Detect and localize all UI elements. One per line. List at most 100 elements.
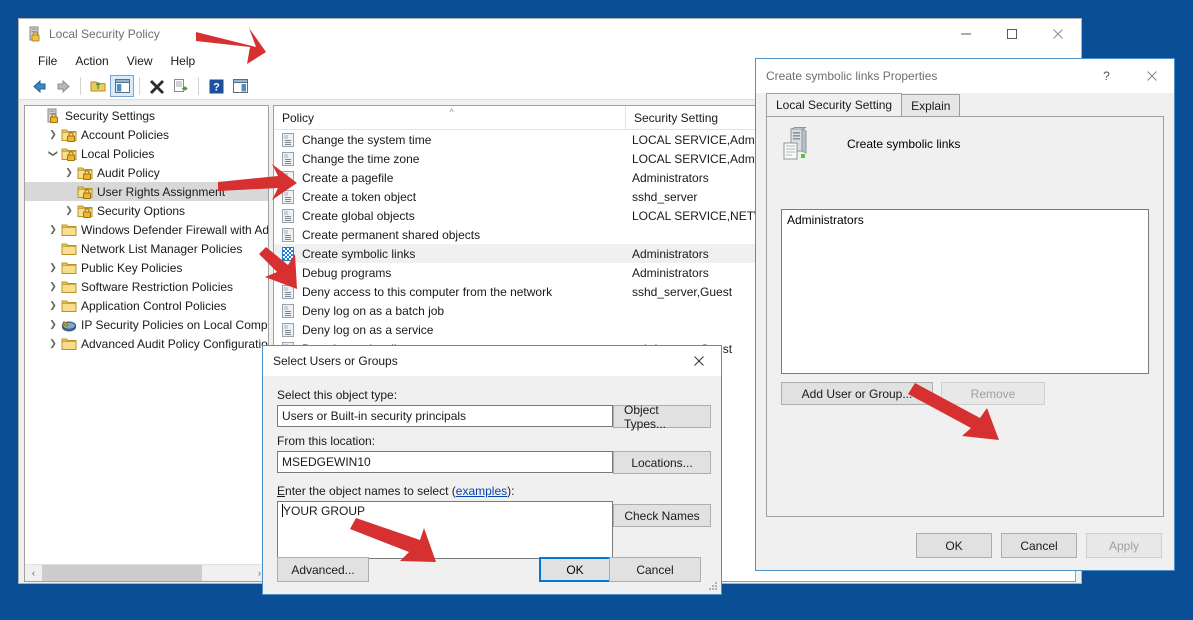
tree-item-security-options[interactable]: ❯ Security Options (25, 201, 268, 220)
tree-horizontal-scrollbar[interactable]: ‹ › (25, 564, 268, 581)
check-names-button[interactable]: Check Names (613, 504, 711, 527)
show-hide-console-tree-icon[interactable] (110, 75, 134, 97)
menu-item-action[interactable]: Action (66, 51, 117, 71)
menu-item-view[interactable]: View (118, 51, 162, 71)
tree-item-public-key-policies[interactable]: ❯ Public Key Policies (25, 258, 268, 277)
help-question-icon[interactable]: ? (1084, 59, 1129, 93)
cancel-button[interactable]: Cancel (1001, 533, 1077, 558)
chevron-right-icon[interactable]: ❯ (45, 277, 61, 296)
object-names-label: Enter the object names to select (exampl… (277, 484, 514, 498)
resize-grip[interactable] (708, 581, 718, 591)
assigned-users-listbox[interactable]: Administrators (781, 209, 1149, 374)
svg-text:?: ? (213, 81, 220, 93)
apply-button[interactable]: Apply (1086, 533, 1162, 558)
object-types-button[interactable]: Object Types... (613, 403, 711, 431)
tree-item-label: Advanced Audit Policy Configuration (81, 336, 268, 351)
object-type-label: Select this object type: (277, 388, 398, 402)
menu-item-help[interactable]: Help (162, 51, 205, 71)
chevron-right-icon[interactable]: ❯ (45, 334, 61, 353)
tree-item-user-rights-assignment[interactable]: User Rights Assignment (25, 182, 268, 201)
tree-item-account-policies[interactable]: ❯ Account Policies (25, 125, 268, 144)
policy-name-cell: Debug programs (302, 265, 392, 280)
policy-folder-icon (77, 203, 93, 219)
maximize-button[interactable] (989, 19, 1035, 49)
locations-button[interactable]: Locations... (613, 451, 711, 474)
minimize-button[interactable] (943, 19, 989, 49)
tree-item-network-list-manager-policies[interactable]: Network List Manager Policies (25, 239, 268, 258)
cancel-button[interactable]: Cancel (609, 557, 701, 582)
select-users-or-groups-dialog: Select Users or Groups Select this objec… (262, 345, 722, 595)
policy-name-label: Create symbolic links (847, 137, 961, 151)
policy-icon (280, 265, 296, 281)
object-type-field[interactable]: Users or Built-in security principals (277, 405, 613, 427)
policy-name-cell: Deny access to this computer from the ne… (302, 284, 553, 299)
folder-icon (61, 260, 77, 276)
delete-icon[interactable] (145, 75, 169, 97)
policy-name-cell: Deny log on as a service (302, 322, 434, 337)
tree-item-local-policies[interactable]: ❯ Local Policies (25, 144, 268, 163)
object-names-label-mid: nter the object names to select ( (285, 484, 456, 498)
tree-item-software-restriction-policies[interactable]: ❯ Software Restriction Policies (25, 277, 268, 296)
main-titlebar: Local Security Policy (19, 19, 1081, 49)
tree-item-security-settings[interactable]: Security Settings (25, 106, 268, 125)
properties-footer-buttons: OK Cancel Apply (916, 533, 1162, 558)
location-field[interactable]: MSEDGEWIN10 (277, 451, 613, 473)
object-names-input[interactable]: YOUR GROUP (277, 501, 613, 559)
chevron-right-icon[interactable]: ❯ (61, 201, 77, 220)
policy-icon (280, 284, 296, 300)
add-user-or-group-button[interactable]: Add User or Group... (781, 382, 933, 405)
up-folder-icon[interactable] (86, 75, 110, 97)
tree-item-ip-security-policies-on-local-compute[interactable]: ❯ IP Security Policies on Local Compute (25, 315, 268, 334)
advanced-button[interactable]: Advanced... (277, 557, 369, 582)
policy-folder-icon (61, 146, 77, 162)
chevron-right-icon[interactable]: ❯ (45, 315, 61, 334)
window-controls (943, 19, 1081, 49)
tree-item-application-control-policies[interactable]: ❯ Application Control Policies (25, 296, 268, 315)
tree-item-label: Account Policies (81, 127, 170, 142)
help-icon[interactable]: ? (204, 75, 228, 97)
folder-icon (61, 336, 77, 352)
close-icon[interactable] (677, 346, 721, 376)
export-list-icon[interactable] (169, 75, 193, 97)
remove-button[interactable]: Remove (941, 382, 1045, 405)
policy-name-cell: Create global objects (302, 208, 415, 223)
menu-item-file[interactable]: File (29, 51, 66, 71)
chevron-right-icon[interactable]: ❯ (45, 220, 61, 239)
chevron-down-icon[interactable]: ❯ (44, 146, 63, 162)
policy-icon (280, 208, 296, 224)
show-hide-action-pane-icon[interactable] (228, 75, 252, 97)
forward-icon[interactable] (51, 75, 75, 97)
server-policy-icon (781, 127, 811, 161)
chevron-right-icon[interactable]: ❯ (61, 163, 77, 182)
scroll-left-arrow-icon[interactable]: ‹ (25, 568, 42, 578)
policy-icon (280, 189, 296, 205)
scrollbar-thumb[interactable] (42, 564, 202, 581)
tab-explain[interactable]: Explain (901, 94, 961, 116)
back-icon[interactable] (27, 75, 51, 97)
column-header-policy[interactable]: Policy ^ (274, 106, 626, 129)
chevron-right-icon[interactable]: ❯ (45, 296, 61, 315)
ok-button[interactable]: OK (916, 533, 992, 558)
properties-window-controls: ? (1084, 59, 1174, 93)
close-button[interactable] (1035, 19, 1081, 49)
object-names-label-post: ): (507, 484, 515, 498)
sort-ascending-icon: ^ (449, 107, 454, 117)
ok-button[interactable]: OK (539, 557, 611, 582)
examples-link[interactable]: examples (456, 484, 507, 498)
toolbar-separator (139, 77, 140, 95)
object-names-label-accel: E (277, 484, 286, 498)
tab-local-security-setting[interactable]: Local Security Setting (766, 93, 903, 116)
chevron-right-icon[interactable]: ❯ (45, 125, 61, 144)
list-item[interactable]: Administrators (787, 213, 1143, 227)
close-icon[interactable] (1129, 59, 1174, 93)
tree-item-advanced-audit-policy-configuration[interactable]: ❯ Advanced Audit Policy Configuration (25, 334, 268, 353)
tree-item-audit-policy[interactable]: ❯ Audit Policy (25, 163, 268, 182)
folder-icon (61, 298, 77, 314)
from-location-label: From this location: (277, 434, 376, 448)
properties-dialog-title: Create symbolic links Properties (766, 69, 938, 83)
chevron-right-icon[interactable]: ❯ (45, 258, 61, 277)
tree-item-windows-defender-firewall-with-adva[interactable]: ❯ Windows Defender Firewall with Adva (25, 220, 268, 239)
tree-item-label: Public Key Policies (81, 260, 183, 275)
